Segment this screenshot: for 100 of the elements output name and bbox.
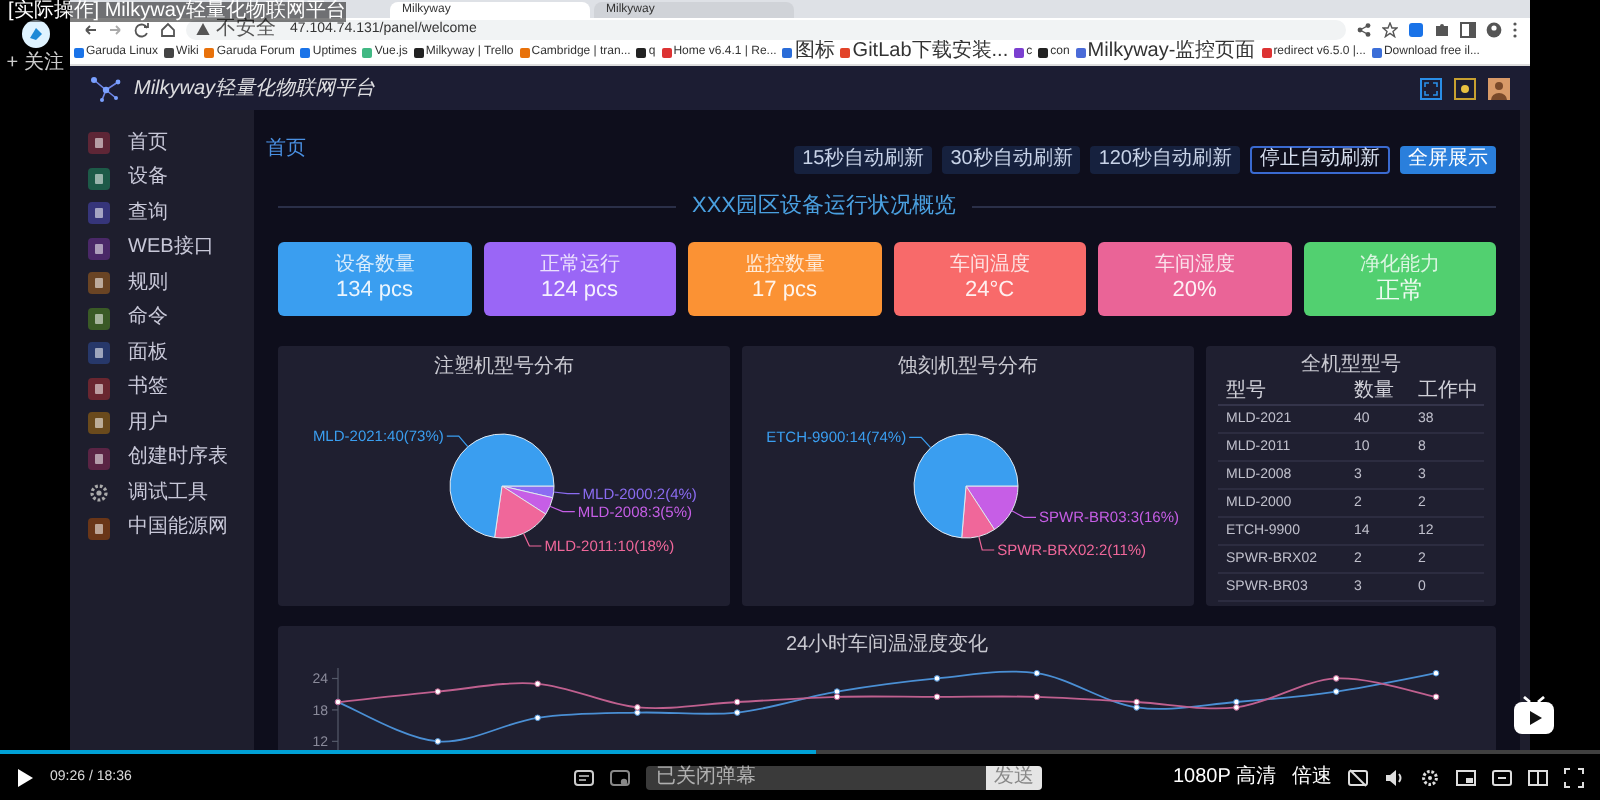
profile-icon[interactable] [1486, 21, 1502, 37]
bookmark-icon [1038, 47, 1049, 57]
tv-icon[interactable] [1512, 696, 1556, 736]
data-point [933, 693, 941, 701]
security-label: 不安全 [216, 19, 276, 39]
sidebar-item[interactable]: 规则 [88, 272, 254, 295]
danmaku-settings-icon[interactable] [609, 767, 630, 787]
data-point [1432, 693, 1440, 701]
sidebar-item[interactable]: 书签 [88, 377, 254, 400]
data-point [1332, 688, 1340, 695]
bookmark-icon [204, 47, 215, 57]
stat-value: 20% [1172, 276, 1217, 304]
follow-button[interactable]: + 关注 [6, 54, 64, 74]
quality-button[interactable]: 1080P 高清 [1172, 767, 1276, 787]
bookmark-icon [300, 47, 311, 57]
wide-screen-icon[interactable] [1492, 767, 1512, 787]
stat-value: 正常 [1375, 276, 1424, 304]
bookmark-icon [1371, 47, 1382, 57]
data-point [1332, 675, 1340, 682]
refresh-button[interactable]: 15秒自动刷新 [794, 146, 933, 174]
sidebar-item[interactable]: 用户 [88, 412, 254, 435]
danmaku-icon[interactable] [573, 767, 594, 787]
data-point [933, 675, 941, 682]
bookmark-icon [519, 47, 530, 57]
data-point [434, 688, 442, 695]
window-icon[interactable] [1528, 767, 1548, 787]
stat-label: 净化能力 [1359, 254, 1440, 276]
bookmark[interactable]: Milkyway-监控页面 [1075, 42, 1256, 62]
back-icon [82, 21, 98, 37]
data-point [1033, 693, 1041, 701]
home-icon [160, 21, 176, 37]
stat-value: 24°C [964, 276, 1015, 304]
data-point [733, 698, 741, 706]
refresh-button[interactable]: 全屏展示 [1400, 146, 1496, 174]
bookmark[interactable]: 图标 [782, 42, 835, 62]
stat-label: 正常运行 [539, 254, 620, 276]
stat-value: 134 pcs [335, 276, 414, 304]
data-point [534, 714, 541, 722]
more-icon[interactable] [1512, 21, 1518, 37]
settings-icon[interactable] [1420, 767, 1440, 787]
leader-line [553, 491, 581, 495]
sidebar-icon[interactable] [1460, 21, 1476, 37]
refresh-button[interactable]: 30秒自动刷新 [942, 146, 1081, 174]
leader-line [523, 532, 542, 547]
data-point [1033, 669, 1041, 677]
subtitle-icon[interactable] [1348, 767, 1368, 787]
stat-label: 车间湿度 [1154, 254, 1235, 276]
leader-line [978, 535, 995, 551]
bookmark-icon [636, 47, 647, 57]
sun-icon[interactable] [1454, 77, 1476, 99]
stat-value: 124 pcs [540, 276, 619, 304]
leader-line [1011, 510, 1037, 518]
danmaku-input[interactable]: 已关闭弹幕 发送 [645, 765, 1042, 789]
picture-in-picture-icon[interactable] [1456, 767, 1476, 787]
sidebar-item[interactable]: WEB接口 [88, 237, 254, 260]
input-placeholder: 已关闭弹幕 [655, 767, 758, 787]
reload-icon [134, 21, 150, 37]
speed-button[interactable]: 倍速 [1292, 767, 1332, 787]
column-header: 型号 [1224, 381, 1268, 401]
sidebar-item[interactable]: 调试工具 [88, 482, 254, 505]
stat-label: 车间温度 [949, 254, 1030, 276]
app-title: Milkyway轻量化物联网平台 [134, 75, 376, 103]
chart-title: 注塑机型号分布 [434, 358, 574, 378]
star-icon[interactable] [1382, 21, 1398, 37]
y-axis [331, 668, 339, 750]
bookmark-icon [362, 47, 373, 57]
bookmark-icon [840, 47, 851, 57]
column-header: 工作中 [1416, 381, 1480, 401]
data-point [534, 680, 541, 688]
bookmark-icon [74, 47, 84, 57]
play-icon[interactable] [16, 767, 34, 787]
sidebar-item[interactable]: 命令 [88, 307, 254, 330]
column-header: 数量 [1352, 381, 1396, 401]
section-title: XXX园区设备运行状况概览 [689, 191, 958, 222]
data-point [434, 738, 442, 745]
extension-icon[interactable] [1408, 21, 1424, 37]
stat-label: 监控数量 [744, 254, 825, 276]
sidebar-item[interactable]: 设备 [88, 167, 254, 190]
user-avatar[interactable] [1488, 77, 1510, 99]
share-icon[interactable] [1356, 21, 1372, 37]
sidebar-item[interactable]: 创建时序表 [88, 447, 254, 470]
sidebar-item[interactable]: 查询 [88, 202, 254, 225]
gear-icon [88, 482, 110, 505]
leader-line [446, 435, 469, 448]
bookmark-icon [661, 47, 672, 57]
stat-value: 17 pcs [752, 276, 817, 304]
sidebar-item[interactable]: 中国能源网 [88, 517, 254, 540]
refresh-button[interactable]: 120秒自动刷新 [1090, 146, 1240, 174]
sidebar-item[interactable]: 面板 [88, 342, 254, 365]
table-title: 全机型型号 [1299, 354, 1403, 378]
chart-title: 蚀刻机型号分布 [898, 358, 1038, 378]
network-logo-icon [90, 74, 122, 102]
volume-icon[interactable] [1384, 767, 1404, 787]
sidebar-item[interactable]: 首页 [88, 132, 254, 155]
bookmark-icon [1075, 47, 1086, 57]
breadcrumb-link[interactable]: 首页 [266, 138, 306, 160]
leader-line [549, 505, 576, 513]
bookmark-icon [413, 47, 424, 57]
refresh-button[interactable]: 停止自动刷新 [1250, 146, 1390, 174]
bookmark-icon [1014, 47, 1025, 57]
